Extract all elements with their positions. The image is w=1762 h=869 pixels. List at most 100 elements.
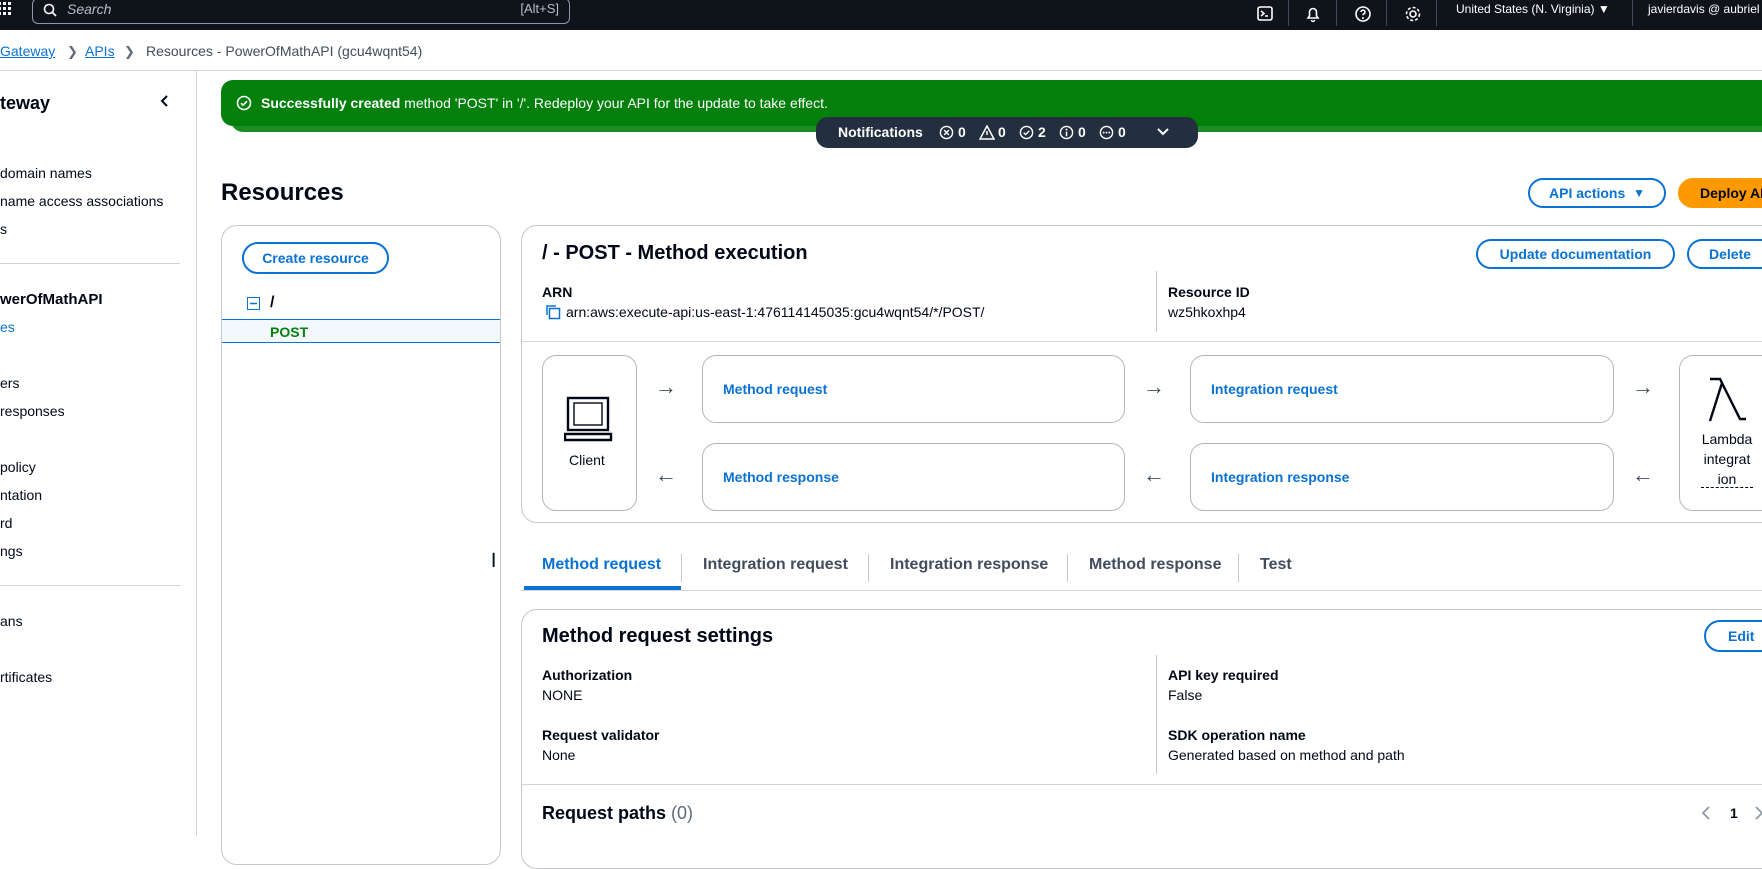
resource-id-value: wz5hkoxhp4 [1168,304,1246,320]
sidebar-item-authorizers[interactable]: ers [0,375,19,391]
panel-resize-handle[interactable]: ┃ [490,553,497,567]
tab-method-request[interactable]: Method request [542,556,661,574]
method-response-link[interactable]: Method response [723,469,839,485]
info-icon [1059,125,1074,140]
bell-icon[interactable] [1303,4,1323,24]
arn-value: arn:aws:execute-api:us-east-1:4761141450… [566,304,985,320]
edit-button[interactable]: Edit [1704,620,1762,652]
tabs-divider [521,590,1762,591]
in-progress-icon [1099,125,1114,140]
arrow-left-icon: ← [655,462,677,487]
caret-down-icon: ▼ [1633,186,1645,200]
api-key-required-value: False [1168,687,1203,703]
chevron-right-icon: ❯ [67,44,78,59]
method-execution-title: / - POST - Method execution [542,242,808,264]
panel-divider [521,341,1762,342]
tree-node-post-selected[interactable] [222,319,500,343]
chevron-down-icon[interactable] [1156,127,1170,137]
error-icon [939,125,954,140]
search-input[interactable]: Search [Alt+S] [32,0,570,24]
breadcrumb: Gateway [0,43,55,59]
account-menu[interactable]: javierdavis @ aubriel [1648,2,1760,16]
sidebar-item-usage-plans[interactable]: ans [0,613,23,629]
sidebar-item-custom-domain-names[interactable]: domain names [0,165,92,181]
notifications-label: Notifications [838,124,923,140]
flash-message: method 'POST' in '/'. Redeploy your API … [400,95,828,111]
sdk-operation-name-label: SDK operation name [1168,727,1306,743]
arrow-right-icon: → [1143,374,1165,399]
arrow-left-icon: ← [1143,462,1165,487]
breadcrumb-apis[interactable]: APIs [85,43,115,59]
sidebar-item-domain-access[interactable]: name access associations [0,193,163,209]
sidebar-item-resources[interactable]: es [0,319,15,335]
delete-button[interactable]: Delete [1687,239,1762,269]
gear-icon[interactable] [1403,4,1423,24]
breadcrumb-gateway[interactable]: Gateway [0,43,55,59]
sidebar-item-settings[interactable]: ngs [0,543,23,559]
breadcrumb-current: Resources - PowerOfMathAPI (gcu4wqnt54) [146,43,423,59]
chevron-right-icon: ❯ [124,44,135,59]
success-icon [1019,125,1034,140]
tab-method-response[interactable]: Method response [1089,556,1221,574]
success-count: 2 [1038,124,1046,140]
sidebar-item-dashboard[interactable]: rd [0,515,12,531]
arrow-right-icon: → [655,374,677,399]
tab-integration-response[interactable]: Integration response [890,556,1048,574]
collapse-sidebar-icon[interactable] [158,94,172,108]
pagination-page[interactable]: 1 [1730,805,1738,821]
nav-divider [1436,0,1437,26]
request-paths-heading: Request paths (0) [542,803,693,824]
tab-integration-request[interactable]: Integration request [703,556,848,574]
warning-count: 0 [998,124,1006,140]
create-resource-button[interactable]: Create resource [242,242,389,274]
copy-icon[interactable] [545,304,561,320]
deploy-api-button[interactable]: Deploy API [1678,178,1762,208]
collapse-node-icon[interactable] [247,297,260,310]
header-divider [0,70,1762,71]
method-request-link[interactable]: Method request [723,381,827,397]
laptop-icon [564,396,613,442]
sidebar-border [196,70,197,836]
sidebar-item-resource-policy[interactable]: policy [0,459,36,475]
request-validator-value: None [542,747,576,763]
check-circle-icon [236,95,252,111]
column-divider [1156,271,1157,332]
notifications-bar[interactable]: Notifications 0 0 2 0 0 [816,117,1198,148]
sidebar-divider [0,585,180,586]
region-selector[interactable]: United States (N. Virginia) ▼ [1456,2,1610,16]
method-request-settings-panel [521,609,1762,869]
nav-divider [1336,0,1337,26]
tree-method-post[interactable]: POST [270,324,308,340]
chevron-left-icon[interactable] [1700,806,1712,820]
integration-request-link[interactable]: Integration request [1211,381,1338,397]
tab-divider [1238,554,1239,582]
cloudshell-icon[interactable] [1255,4,1275,24]
sidebar-divider [0,263,180,264]
tree-root[interactable]: / [270,294,274,312]
update-documentation-button[interactable]: Update documentation [1476,239,1675,269]
sidebar-item-vpc-links[interactable]: s [0,221,7,237]
sidebar-item-documentation[interactable]: ntation [0,487,42,503]
arrow-left-icon: ← [1632,462,1654,487]
column-divider [1156,655,1157,774]
request-paths-label: Request paths [542,803,667,823]
nav-divider [1632,0,1633,26]
sidebar-item-client-certificates[interactable]: rtificates [0,669,52,685]
arrow-right-icon: → [1632,374,1654,399]
settings-title: Method request settings [542,625,774,647]
nav-divider [1288,0,1289,26]
integration-response-link[interactable]: Integration response [1211,469,1349,485]
in-progress-count: 0 [1118,124,1126,140]
apps-grid-icon[interactable] [0,2,12,16]
tab-divider [1067,554,1068,582]
tab-test[interactable]: Test [1260,556,1292,574]
lambda-icon [1708,377,1746,422]
settings-divider [521,784,1762,785]
chevron-right-icon[interactable] [1754,806,1762,820]
api-actions-button[interactable]: API actions ▼ [1528,178,1666,208]
authorization-value: NONE [542,687,583,703]
search-icon [43,3,57,17]
sidebar-item-gateway-responses[interactable]: responses [0,403,65,419]
request-paths-count: (0) [671,803,694,823]
help-icon[interactable] [1353,4,1373,24]
